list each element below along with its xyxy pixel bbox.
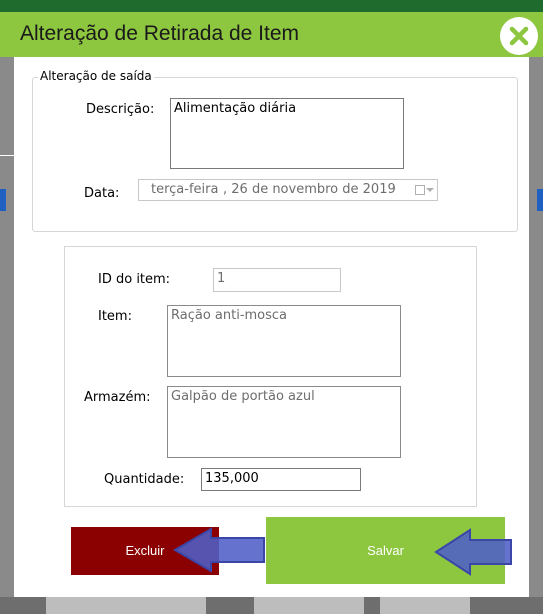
- quantidade-label: Quantidade:: [104, 472, 185, 487]
- armazem-label: Armazém:: [84, 390, 151, 405]
- close-button[interactable]: [500, 17, 538, 55]
- arrow-left-icon: [434, 528, 512, 576]
- arrow-left-icon: [173, 527, 265, 573]
- background-selection: [0, 189, 6, 211]
- item-field[interactable]: Ração anti-mosca: [167, 305, 401, 377]
- descricao-label: Descrição:: [86, 102, 155, 117]
- dialog-titlebar: Alteração de Retirada de Item: [0, 12, 543, 57]
- background-app-left: [0, 57, 14, 614]
- chevron-down-icon[interactable]: [426, 188, 434, 192]
- data-date: , 26 de novembro de 2019: [223, 182, 396, 197]
- background-cell: [254, 597, 364, 614]
- calendar-icon[interactable]: [415, 185, 425, 195]
- saida-group-legend: Alteração de saída: [38, 69, 154, 83]
- close-icon: [509, 26, 529, 46]
- armazem-field[interactable]: Galpão de portão azul: [167, 386, 401, 458]
- background-divider: [0, 155, 14, 156]
- data-label: Data:: [84, 186, 120, 201]
- quantidade-field[interactable]: 135,000: [201, 468, 361, 491]
- item-label: Item:: [98, 309, 132, 324]
- background-app-header: [0, 0, 543, 12]
- background-selection: [537, 189, 543, 211]
- background-app-right: [529, 57, 543, 614]
- data-weekday: terça-feira: [151, 182, 219, 197]
- descricao-field[interactable]: Alimentação diária: [170, 98, 404, 169]
- dialog-title: Alteração de Retirada de Item: [20, 22, 299, 45]
- background-cell: [46, 597, 206, 614]
- background-app-bottom: [0, 597, 543, 614]
- data-picker[interactable]: terça-feira , 26 de novembro de 2019: [138, 179, 438, 201]
- background-cell: [380, 597, 470, 614]
- id-item-field[interactable]: 1: [213, 268, 341, 292]
- id-item-label: ID do item:: [98, 272, 171, 287]
